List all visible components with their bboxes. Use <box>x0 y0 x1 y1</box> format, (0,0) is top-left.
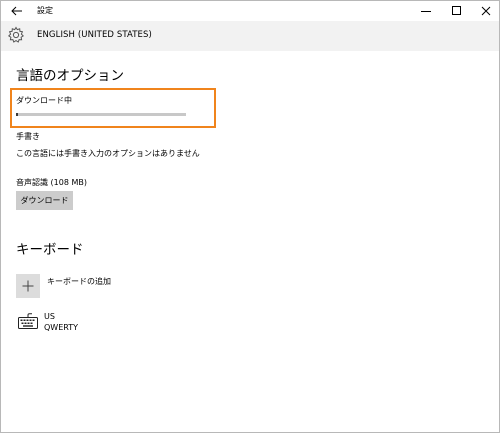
close-icon <box>481 6 491 16</box>
back-button[interactable] <box>7 2 27 20</box>
handwriting-label: 手書き <box>16 132 40 141</box>
plus-icon <box>22 280 34 292</box>
download-highlight-box <box>10 88 216 128</box>
keyboard-heading: キーボード <box>16 242 84 258</box>
page-header: ENGLISH (UNITED STATES) <box>1 21 499 51</box>
gear-icon <box>8 26 24 43</box>
language-name: ENGLISH (UNITED STATES) <box>37 30 152 40</box>
title-bar: 設定 <box>1 1 499 21</box>
add-keyboard-label[interactable]: キーボードの追加 <box>47 276 111 287</box>
maximize-icon <box>452 6 461 15</box>
back-arrow-icon <box>11 6 22 16</box>
download-progress-bar <box>16 113 186 116</box>
add-keyboard-button[interactable] <box>16 274 40 298</box>
minimize-button[interactable] <box>411 1 441 21</box>
keyboard-icon <box>18 313 38 329</box>
download-progress-fill <box>16 113 18 116</box>
window-title: 設定 <box>37 6 53 15</box>
keyboard-item-name[interactable]: US <box>44 312 55 321</box>
close-button[interactable] <box>471 1 500 21</box>
minimize-icon <box>421 11 431 12</box>
download-button[interactable]: ダウンロード <box>16 191 73 210</box>
maximize-button[interactable] <box>442 1 472 21</box>
handwriting-note: この言語には手書き入力のオプションはありません <box>16 149 200 158</box>
speech-recognition-label: 音声認識 (108 MB) <box>16 178 87 187</box>
download-status-label: ダウンロード中 <box>16 96 72 105</box>
settings-window: 設定 ENGLISH (UNITED STATES) 言語のオプション ダウンロ… <box>0 0 500 433</box>
language-options-heading: 言語のオプション <box>16 68 124 84</box>
keyboard-item-layout: QWERTY <box>44 323 79 332</box>
